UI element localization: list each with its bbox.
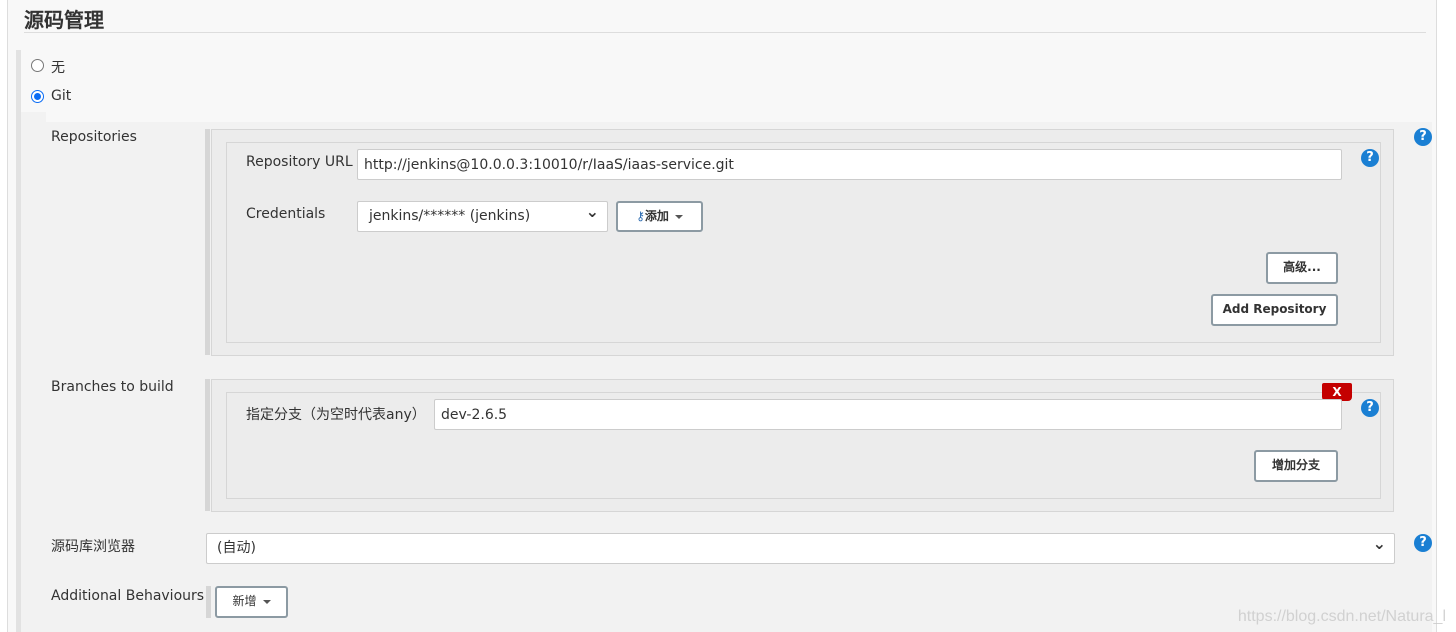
add-credentials-button[interactable]: ⚷添加 — [616, 201, 703, 232]
credentials-value: jenkins/****** (jenkins) — [369, 208, 531, 224]
watermark: https://blog.csdn.net/Natura_l — [1237, 608, 1446, 625]
repo-url-label: Repository URL — [246, 154, 353, 170]
add-repository-button[interactable]: Add Repository — [1211, 294, 1338, 326]
add-label: 添加 — [644, 209, 669, 223]
help-icon[interactable]: ? — [1361, 149, 1379, 167]
browser-label: 源码库浏览器 — [51, 539, 135, 555]
branches-label: Branches to build — [51, 379, 174, 395]
add-behaviour-button[interactable]: 新增 — [215, 586, 288, 618]
git-panel-edge — [21, 112, 46, 632]
repo-url-input[interactable] — [357, 149, 1342, 180]
credentials-select[interactable]: jenkins/****** (jenkins) — [357, 197, 608, 232]
branch-bar — [205, 379, 210, 511]
help-icon[interactable]: ? — [1414, 534, 1432, 552]
radio-git[interactable] — [31, 90, 44, 103]
browser-value: (自动) — [217, 540, 256, 556]
repositories-label: Repositories — [51, 129, 137, 145]
key-icon: ⚷ — [636, 209, 645, 223]
radio-none[interactable] — [31, 59, 44, 72]
help-icon[interactable]: ? — [1361, 399, 1379, 417]
radio-git-label[interactable]: Git — [51, 88, 71, 104]
advanced-button[interactable]: 高级... — [1266, 252, 1338, 284]
credentials-label: Credentials — [246, 206, 326, 222]
help-icon[interactable]: ? — [1414, 128, 1432, 146]
add-behaviour-label: 新增 — [232, 594, 257, 608]
add-branch-button[interactable]: 增加分支 — [1254, 450, 1338, 482]
radio-none-label[interactable]: 无 — [51, 57, 65, 77]
section-title: 源码管理 — [24, 8, 104, 32]
browser-select[interactable]: (自动) — [206, 529, 1395, 564]
divider — [24, 32, 1426, 33]
caret-down-icon — [262, 599, 271, 604]
behaviours-label: Additional Behaviours — [51, 588, 205, 604]
behaviours-bar — [206, 586, 211, 618]
branch-spec-label: 指定分支（为空时代表any） — [246, 407, 426, 423]
repo-bar — [205, 129, 210, 355]
caret-down-icon — [674, 214, 683, 219]
branch-spec-input[interactable] — [434, 399, 1342, 430]
